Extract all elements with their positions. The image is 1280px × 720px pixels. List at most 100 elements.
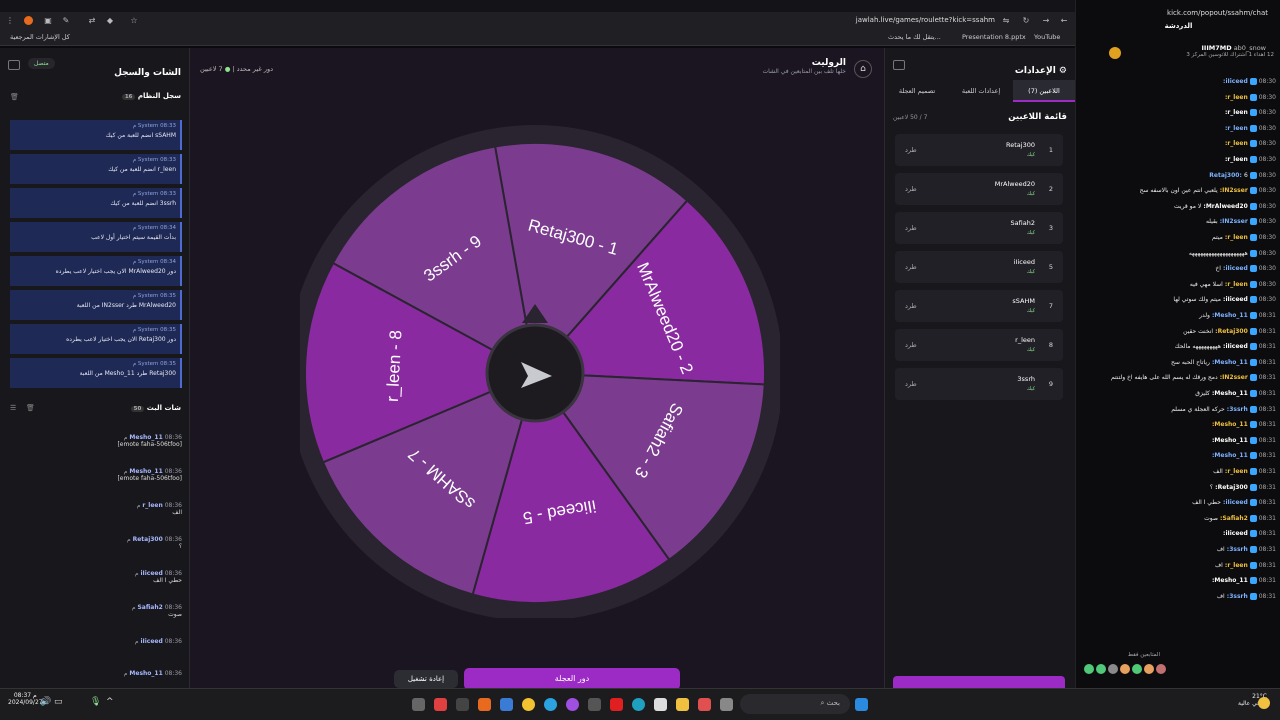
settings-title: ⚙ الإعدادات	[1014, 66, 1067, 76]
mic-icon[interactable]: 🎙	[90, 697, 101, 707]
address-bar[interactable]: jawlah.live/games/roulette?kick=ssahm	[856, 16, 995, 24]
app-icon[interactable]	[698, 698, 711, 711]
kick-player-button[interactable]: طرد	[905, 263, 917, 271]
badge-icon	[1249, 249, 1257, 257]
chat-message: Safiah2 08:36 م صوت	[131, 604, 182, 618]
home-icon[interactable]: ⌂	[854, 60, 872, 78]
add-player-button[interactable]	[893, 676, 1065, 688]
tab-game-settings[interactable]: إعدادات اللعبة	[949, 80, 1013, 102]
kick-player-button[interactable]: طرد	[905, 146, 917, 154]
puzzle-icon[interactable]: ✎	[60, 15, 72, 27]
kick-player-button[interactable]: طرد	[905, 341, 917, 349]
kick-chat-message: 08:31 r_leen: اف	[1214, 561, 1276, 569]
kick-chat-message: 08:31 Mesho_11:	[1212, 436, 1276, 444]
telegram-icon[interactable]	[544, 698, 557, 711]
kick-player-button[interactable]: طرد	[905, 380, 917, 388]
badge-icon	[1249, 280, 1257, 288]
bookmark-presentation[interactable]: Presentation 8.pptx	[962, 33, 1026, 41]
app-icon[interactable]	[500, 698, 513, 711]
filter-icon[interactable]: ☰	[10, 404, 16, 412]
page-title: الروليت	[811, 58, 846, 68]
windows-start-icon[interactable]	[855, 698, 868, 711]
app-icon[interactable]	[588, 698, 601, 711]
bookmark-youtube[interactable]: YouTube	[1034, 33, 1060, 41]
app-icon[interactable]	[720, 698, 733, 711]
spin-button[interactable]: دور العجلة	[464, 668, 680, 690]
settings-panel: ⚙ الإعدادات اللاعبين (7) إعدادات اللعبة …	[884, 48, 1075, 688]
kick-chat-message: 08:31 IN2sser: دمج ورقك له يسم الله على …	[1111, 374, 1276, 382]
badge-icon	[1249, 483, 1257, 491]
youtube-icon[interactable]	[610, 698, 623, 711]
diamond-icon[interactable]: ◆	[104, 15, 116, 27]
bookmark-star-icon[interactable]: ☆	[128, 15, 140, 27]
chrome-icon[interactable]	[522, 698, 535, 711]
kick-chat-header: الدردشة	[1164, 22, 1193, 30]
all-bookmarks[interactable]: كل الإشارات المرجعية	[10, 33, 70, 41]
taskbar-search[interactable]: بحث ⌕	[740, 694, 850, 714]
share-icon[interactable]: ⇄	[86, 15, 98, 27]
brave-icon[interactable]	[478, 698, 491, 711]
collapse-panel-icon[interactable]	[893, 60, 905, 70]
kick-chat-message: 08:31 3ssrh: اف	[1216, 592, 1276, 600]
chat-message: r_leen 08:36 م الف	[136, 502, 182, 516]
log-item: System 08:33 م r_leen انضم للعبة من كيك	[10, 154, 182, 184]
back-icon[interactable]: ←	[1058, 15, 1070, 27]
kick-player-button[interactable]: طرد	[905, 185, 917, 193]
app-icon[interactable]	[566, 698, 579, 711]
emote-bar[interactable]	[1084, 664, 1224, 676]
settings-app-icon[interactable]	[412, 698, 425, 711]
kick-player-button[interactable]: طرد	[905, 224, 917, 232]
badge-icon	[1249, 265, 1257, 273]
edge-icon[interactable]	[632, 698, 645, 711]
volume-icon[interactable]: 🔊	[40, 697, 51, 707]
app-icon[interactable]	[434, 698, 447, 711]
trash-icon[interactable]: 🗑	[10, 93, 19, 101]
chat-message: Mesho_11 08:36 م	[123, 670, 182, 677]
reload-icon[interactable]: ↻	[1020, 15, 1032, 27]
taskbar: 08:37 م 2024/09/27 🔊 ▭ 🎙 ^ بحث ⌕ 21°C صافي…	[0, 688, 1280, 720]
badge-icon	[1249, 234, 1257, 241]
chat-log-panel: الشات والسجل متصل سجل النظام 16 🗑 System…	[0, 48, 190, 688]
kick-chat-message: 08:30 r_leen:	[1224, 124, 1276, 132]
badge-icon	[1249, 577, 1257, 585]
wheel-segment-label: r_leen - 8	[383, 330, 406, 403]
obs-icon[interactable]	[456, 698, 469, 711]
tab-players[interactable]: اللاعبين (7)	[1013, 80, 1075, 102]
extension-icon[interactable]	[24, 16, 33, 25]
forward-icon[interactable]: →	[1040, 15, 1052, 27]
kick-chat-message: 08:30 r_leen:	[1224, 140, 1276, 148]
log-item: System 08:35 م دور Retaj300 الان يجب اختي…	[10, 324, 182, 354]
badge-icon	[1249, 327, 1257, 335]
reset-button[interactable]: إعادة تشغيل	[394, 670, 458, 688]
badge-icon	[1249, 452, 1257, 460]
bookmark-x[interactable]: يتقل لك ما يحدث...	[888, 33, 941, 41]
store-icon[interactable]	[654, 698, 667, 711]
menu-icon[interactable]: ⋮	[4, 15, 16, 27]
badge-icon	[1249, 187, 1257, 195]
browser-toolbar: ⋮ ▣ ✎ ⇄ ◆ ☆ jawlah.live/games/roulette?k…	[0, 12, 1075, 30]
browser-tab-strip[interactable]	[0, 0, 1075, 12]
tune-icon[interactable]: ⇋	[1000, 15, 1012, 27]
log-item: System 08:33 م sSAHM انضم للعبة من كيك	[10, 120, 182, 150]
sidebar-icon[interactable]: ▣	[42, 15, 54, 27]
badge-icon	[1249, 124, 1257, 132]
clock[interactable]: 08:37 م 2024/09/27	[8, 692, 43, 706]
players-count: 7 / 50 لاعبين	[893, 114, 928, 121]
player-row: 2 MrAlweed20 كيك طرد	[895, 173, 1063, 205]
badge-icon	[1249, 218, 1257, 226]
network-icon[interactable]: ▭	[54, 697, 63, 707]
roulette-wheel[interactable]: Retaj300 - 1MrAlweed20 - 2Safiah2 - 3iIi…	[300, 118, 780, 618]
badge-icon	[1249, 546, 1257, 553]
tray-expand-icon[interactable]: ^	[106, 697, 114, 707]
badge-icon	[1249, 592, 1257, 600]
trash-icon[interactable]: 🗑	[26, 404, 35, 412]
collapse-panel-icon[interactable]	[8, 60, 20, 70]
chat-message: Mesho_11 08:36 م [emote faha-506tfoo]	[117, 434, 182, 448]
kick-player-button[interactable]: طرد	[905, 302, 917, 310]
tab-wheel-design[interactable]: تصميم العجلة	[885, 80, 949, 102]
kick-chat-message: 08:31 3ssrh: اف	[1216, 546, 1276, 553]
kick-chat-window: kick.com/popout/ssahm/chat الدردشة IIIM7…	[1075, 0, 1280, 688]
chat-log-title: الشات والسجل	[114, 68, 181, 78]
folder-icon[interactable]	[676, 698, 689, 711]
search-icon: ⌕	[820, 699, 825, 707]
